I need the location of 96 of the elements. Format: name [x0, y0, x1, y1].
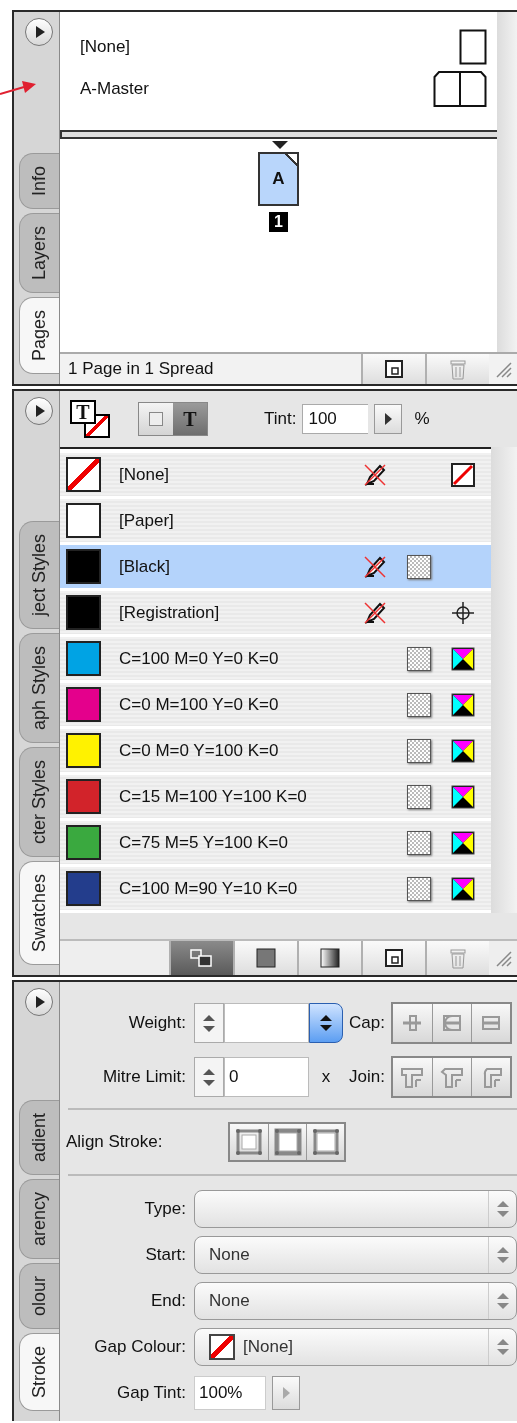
- master-name[interactable]: [None]: [80, 37, 131, 57]
- weight-field[interactable]: [224, 1003, 309, 1043]
- panel-tab[interactable]: Info: [19, 152, 59, 209]
- line-join-icon: [399, 1066, 426, 1088]
- dropdown[interactable]: [194, 1190, 517, 1228]
- swatch-row[interactable]: C=0 M=100 Y=0 K=0: [60, 683, 491, 726]
- dropdown[interactable]: None: [194, 1236, 517, 1274]
- swatch-filter-button[interactable]: [233, 941, 297, 975]
- align-stroke-icon: [234, 1127, 264, 1157]
- panel-tab[interactable]: Pages: [19, 296, 59, 374]
- mitre-limit-stepper[interactable]: [194, 1057, 224, 1097]
- swatch-name: C=0 M=100 Y=0 K=0: [119, 694, 280, 715]
- swatch-row[interactable]: [Paper]: [60, 499, 491, 542]
- join-label: Join:: [349, 1067, 385, 1087]
- align-stroke-button[interactable]: [306, 1124, 344, 1160]
- swatch-row[interactable]: C=75 M=5 Y=100 K=0: [60, 821, 491, 864]
- page-spread-icon: [433, 70, 487, 108]
- swatch-row[interactable]: C=15 M=100 Y=100 K=0: [60, 775, 491, 818]
- gap-tint-arrow-button[interactable]: [272, 1376, 300, 1410]
- new-page-icon: [384, 948, 404, 968]
- swatch-name: C=100 M=0 Y=0 K=0: [119, 648, 280, 669]
- mitre-limit-field[interactable]: 0: [224, 1057, 309, 1097]
- field-label: Type:: [143, 1199, 187, 1219]
- weight-label: Weight:: [127, 1013, 187, 1033]
- new-page-icon: [384, 359, 404, 379]
- join-button[interactable]: [470, 1058, 510, 1096]
- panel-menu-button[interactable]: [24, 397, 53, 425]
- panel-menu-button[interactable]: [24, 18, 53, 46]
- align-stroke-label: Align Stroke:: [66, 1132, 164, 1152]
- page-number: 1: [269, 212, 288, 232]
- mitre-limit-label: Mitre Limit:: [101, 1067, 187, 1087]
- new-page-button[interactable]: [361, 354, 425, 384]
- swatch-row[interactable]: C=100 M=0 Y=0 K=0: [60, 637, 491, 680]
- swatch-name: [Registration]: [119, 602, 221, 623]
- swatch-row[interactable]: [Black]: [60, 545, 491, 588]
- panel-tab[interactable]: ject Styles: [19, 520, 59, 629]
- cap-button[interactable]: [470, 1004, 510, 1042]
- swatch-filter-button[interactable]: [169, 941, 233, 975]
- align-stroke-button[interactable]: [268, 1124, 306, 1160]
- new-swatch-button[interactable]: [361, 941, 425, 975]
- master-name[interactable]: A-Master: [80, 79, 149, 99]
- container-target-button[interactable]: [139, 403, 173, 435]
- text-target-button[interactable]: T: [173, 403, 207, 435]
- panel-tab[interactable]: adient: [19, 1099, 59, 1175]
- cap-button[interactable]: [431, 1004, 471, 1042]
- line-join-icon: [438, 1066, 465, 1088]
- field-label: Start:: [144, 1245, 187, 1265]
- cap-button[interactable]: [392, 1004, 432, 1042]
- gap-tint-label: Gap Tint:: [116, 1383, 187, 1403]
- swatch-row[interactable]: C=100 M=90 Y=10 K=0: [60, 867, 491, 910]
- tint-field[interactable]: 100: [302, 404, 369, 434]
- join-button[interactable]: [392, 1058, 432, 1096]
- gap-tint-field[interactable]: 100%: [194, 1376, 266, 1410]
- swatch-name: [Paper]: [119, 510, 175, 531]
- swatch-name: [Black]: [119, 556, 172, 577]
- panel-tab[interactable]: Stroke: [19, 1332, 59, 1411]
- swatch-name: C=100 M=90 Y=10 K=0: [119, 878, 299, 899]
- align-stroke-icon: [310, 1127, 341, 1157]
- page-thumbnail[interactable]: A: [258, 152, 299, 206]
- weight-dropdown-button[interactable]: [309, 1003, 343, 1043]
- panel-tab[interactable]: Swatches: [19, 860, 59, 965]
- panel-menu-button[interactable]: [24, 988, 53, 1016]
- panel-tab[interactable]: arency: [19, 1178, 59, 1259]
- swatch-row[interactable]: C=0 M=0 Y=100 K=0: [60, 729, 491, 772]
- swatch-row[interactable]: [None]: [60, 453, 491, 496]
- join-button[interactable]: [431, 1058, 471, 1096]
- swatch-name: C=0 M=0 Y=100 K=0: [119, 740, 280, 761]
- field-label: Gap Colour:: [93, 1337, 187, 1357]
- align-stroke-button[interactable]: [230, 1124, 268, 1160]
- trash-icon: [448, 358, 468, 380]
- gradient-square-icon: [320, 948, 340, 968]
- swatch-name: [None]: [119, 464, 171, 485]
- swatch-filter-button[interactable]: [297, 941, 361, 975]
- status-text: 1 Page in 1 Spread: [67, 359, 215, 379]
- trash-icon: [448, 947, 468, 969]
- panel-tab[interactable]: olour: [19, 1262, 59, 1329]
- multiplier-label: x: [320, 1067, 332, 1087]
- panel-tab[interactable]: aph Styles: [19, 632, 59, 743]
- percent-label: %: [414, 409, 430, 429]
- panel-tab[interactable]: Layers: [19, 212, 59, 293]
- solid-square-icon: [256, 948, 276, 968]
- weight-stepper[interactable]: [194, 1003, 224, 1043]
- dropdown[interactable]: [None]: [194, 1328, 517, 1366]
- tint-label: Tint:: [264, 409, 297, 429]
- swatch-name: C=15 M=100 Y=100 K=0: [119, 786, 308, 807]
- align-stroke-icon: [272, 1127, 303, 1157]
- swatch-name: C=75 M=5 Y=100 K=0: [119, 832, 289, 853]
- stacked-squares-icon: [190, 949, 214, 967]
- single-page-icon: [459, 29, 487, 65]
- swatch-row[interactable]: [Registration]: [60, 591, 491, 634]
- cap-label: Cap:: [349, 1013, 385, 1033]
- tint-arrow-button[interactable]: [374, 404, 403, 434]
- panel-tab[interactable]: cter Styles: [19, 746, 59, 857]
- field-label: End:: [150, 1291, 187, 1311]
- arrow-icon: [0, 78, 36, 98]
- dropdown[interactable]: None: [194, 1282, 517, 1320]
